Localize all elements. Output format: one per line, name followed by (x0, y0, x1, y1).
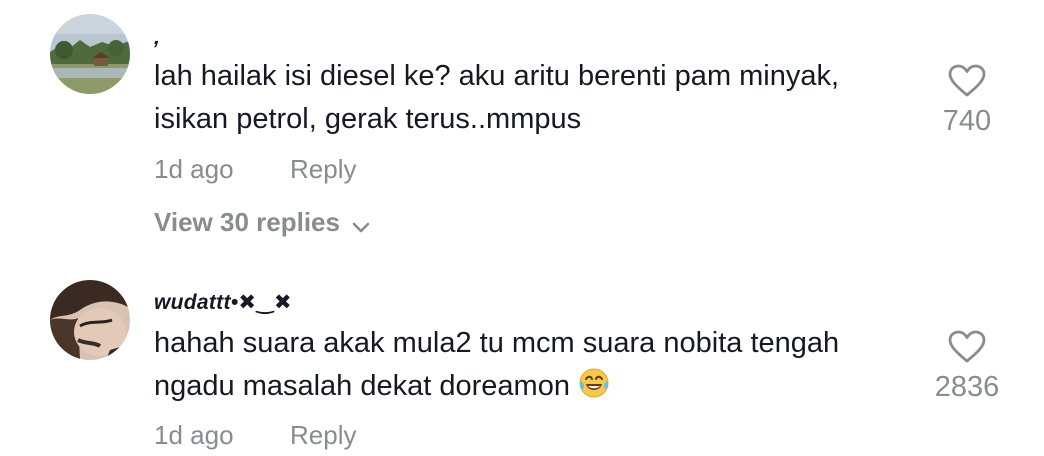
comment-timestamp: 1d ago (154, 420, 234, 450)
avatar[interactable] (50, 14, 130, 94)
comment-text-body: hahah suara akak mula2 tu mcm suara nobi… (154, 327, 840, 402)
comment-timestamp: 1d ago (154, 154, 234, 184)
view-replies-label: View 30 replies (154, 207, 340, 237)
chevron-down-icon (352, 209, 370, 240)
heart-outline-icon (948, 64, 986, 103)
avatar-landscape-image (50, 14, 130, 94)
comment-username[interactable]: , (154, 26, 160, 50)
like-button[interactable]: 2836 (917, 330, 1017, 404)
avatar-portrait-image (50, 280, 130, 360)
reply-button[interactable]: Reply (290, 420, 356, 451)
comment-item: wudattt•✖‿✖ hahah suara akak mula2 tu mc… (0, 270, 1044, 456)
reply-button[interactable]: Reply (290, 154, 356, 185)
comment-item: , lah hailak isi diesel ke? aku aritu be… (0, 0, 1044, 260)
comment-text: lah hailak isi diesel ke? aku aritu bere… (154, 60, 840, 135)
avatar[interactable] (50, 280, 130, 360)
like-button[interactable]: 740 (917, 64, 1017, 138)
like-count: 2836 (934, 371, 1000, 403)
heart-outline-icon (948, 330, 986, 369)
face-with-tears-of-joy-emoji (578, 367, 610, 412)
view-replies-button[interactable]: View 30 replies (154, 205, 370, 240)
like-count: 740 (942, 105, 992, 137)
comment-text: hahah suara akak mula2 tu mcm suara nobi… (154, 322, 844, 412)
comment-username[interactable]: wudattt•✖‿✖ (154, 290, 292, 315)
